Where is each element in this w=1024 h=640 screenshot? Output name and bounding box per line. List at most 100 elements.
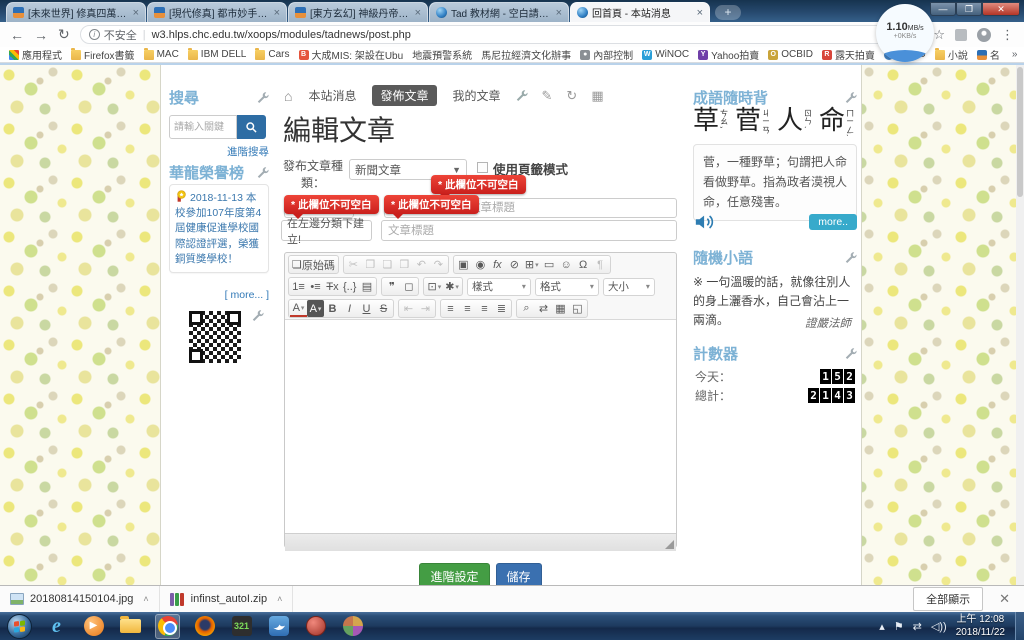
profile-avatar[interactable]	[977, 28, 991, 42]
indent-icon[interactable]: ⇥	[417, 300, 434, 317]
find-icon[interactable]: ⌕	[518, 300, 535, 317]
close-button[interactable]: ✕	[982, 2, 1020, 16]
taskbar-clock[interactable]: 上午 12:08 2018/11/22	[956, 613, 1005, 639]
subcategory-select[interactable]: 在左邊分類下建立!	[281, 220, 372, 241]
nav-tab-post-active[interactable]: 發佈文章	[372, 85, 436, 106]
flash-icon[interactable]: ◉	[472, 256, 489, 273]
bookmark-item[interactable]: 小說	[935, 47, 968, 62]
redo-icon[interactable]: ↷	[430, 256, 447, 273]
format-select[interactable]: 格式▾	[535, 278, 599, 296]
browser-tab-3[interactable]: [東方玄幻] 神級丹帝 作者：孤單 ×	[288, 2, 428, 22]
bookmark-item[interactable]: Cars	[255, 49, 289, 60]
taskbar-explorer-icon[interactable]	[118, 614, 143, 639]
bookmark-item[interactable]: IBM DELL	[188, 49, 247, 60]
taskbar-kmplayer-icon[interactable]: 321	[229, 614, 254, 639]
reload-icon[interactable]: ↻	[58, 26, 70, 43]
refresh-icon[interactable]: ↻	[566, 88, 577, 104]
wrench-icon[interactable]	[515, 89, 528, 102]
chevron-up-icon[interactable]: ˄	[277, 594, 282, 604]
outdent-icon[interactable]: ⇤	[400, 300, 417, 317]
nav-tab-news[interactable]: 本站消息	[308, 87, 356, 104]
tab-mode-checkbox[interactable]	[477, 162, 488, 173]
browser-tab-1[interactable]: [未來世界] 修真四萬年 作者：影 ×	[6, 2, 146, 22]
wrench-icon[interactable]	[256, 91, 269, 104]
underline-icon[interactable]: U	[358, 300, 375, 317]
wrench-icon[interactable]	[844, 347, 857, 360]
menu-icon[interactable]: ⋮	[1001, 27, 1014, 43]
source-button[interactable]: ❏ 原始碼	[290, 256, 337, 273]
tray-expand-icon[interactable]: ▴	[879, 620, 885, 633]
browser-tab-2[interactable]: [現代修真] 都市妙手仙醫 作者： ×	[147, 2, 287, 22]
bookmarks-overflow-chevron[interactable]: »	[1012, 49, 1018, 60]
home-icon[interactable]: ⌂	[284, 88, 292, 104]
bookmark-star-icon[interactable]: ☆	[933, 27, 945, 43]
wrench-icon[interactable]	[256, 166, 269, 179]
download-item[interactable]: 20180814150104.jpg ˄	[0, 586, 160, 612]
insert-block-icon[interactable]: ⊡▾	[425, 278, 443, 295]
paste-icon[interactable]: ❏	[379, 256, 396, 273]
tab-close-icon[interactable]: ×	[415, 8, 421, 18]
horizontal-rule-icon[interactable]: ▭	[541, 256, 558, 273]
honor-news-card[interactable]: 2018-11-13 本校參加107年度第4屆健康促進學校國際認證評選，榮獲銅質…	[169, 184, 269, 273]
edit-icon[interactable]: ✎	[542, 88, 553, 104]
chevron-up-icon[interactable]: ˄	[143, 594, 148, 604]
replace-icon[interactable]: ⇄	[535, 300, 552, 317]
taskbar-bird-app-icon[interactable]	[266, 614, 291, 639]
align-right-icon[interactable]: ≡	[476, 300, 493, 317]
special-char-icon[interactable]: Ω	[575, 256, 592, 273]
tab-close-icon[interactable]: ×	[274, 8, 280, 18]
align-left-icon[interactable]: ≡	[442, 300, 459, 317]
paste-word-icon[interactable]: ❒	[396, 256, 413, 273]
download-item[interactable]: infinst_autoI.zip ˄	[160, 586, 294, 612]
browser-tab-4[interactable]: Tad 教材網 - 空白請先刪除標點 ×	[429, 2, 569, 22]
search-button[interactable]	[237, 115, 266, 139]
bookmark-item[interactable]: WWiNOC	[642, 49, 689, 60]
network-speed-widget[interactable]: 1.10MB/s +0KB/s	[876, 4, 934, 62]
cut-icon[interactable]: ✂	[345, 256, 362, 273]
show-desktop-button[interactable]	[1015, 612, 1024, 640]
article-subtitle-input[interactable]	[381, 220, 677, 241]
bookmark-apps[interactable]: 應用程式	[9, 47, 62, 62]
back-icon[interactable]: ←	[10, 27, 24, 43]
resize-grip[interactable]	[665, 540, 674, 549]
network-icon[interactable]: ⇄	[913, 620, 922, 633]
address-bar[interactable]: i 不安全 | w3.hlps.chc.edu.tw/xoops/modules…	[80, 25, 924, 44]
wrench-icon[interactable]	[251, 309, 264, 322]
anchor-icon[interactable]: ⊘	[506, 256, 523, 273]
editor-content-area[interactable]	[285, 319, 676, 533]
bookmark-item[interactable]: B大成MIS: 架設在Ubu	[299, 47, 404, 62]
page-break-icon[interactable]: ¶	[592, 256, 609, 273]
new-tab-button[interactable]: +	[715, 5, 741, 20]
bookmark-item[interactable]: 名	[977, 47, 1000, 62]
bookmark-item[interactable]: MAC	[144, 49, 179, 60]
template-icon[interactable]: ▤	[358, 278, 375, 295]
taskbar-ie-icon[interactable]: e	[44, 614, 69, 639]
wrench-icon[interactable]	[844, 251, 857, 264]
bg-color-icon[interactable]: A▾	[307, 300, 324, 317]
browser-tab-active[interactable]: 回首頁 - 本站消息 ×	[570, 2, 710, 22]
bookmark-item[interactable]: R露天拍賣	[822, 47, 875, 62]
bookmark-item[interactable]: 馬尼拉經濟文化辦事	[481, 47, 571, 62]
image-icon[interactable]: ▣	[455, 256, 472, 273]
maximize-icon[interactable]: ◱	[569, 300, 586, 317]
div-container-icon[interactable]: ◻	[400, 278, 417, 295]
close-downloads-icon[interactable]: ✕	[999, 591, 1010, 607]
start-button[interactable]	[7, 614, 32, 639]
nav-tab-mine[interactable]: 我的文章	[453, 87, 501, 104]
taskbar-red-app-icon[interactable]	[303, 614, 328, 639]
smiley-icon[interactable]: ☺	[558, 256, 575, 273]
bookmark-item[interactable]: 地震預警系統	[412, 47, 472, 62]
maximize-button[interactable]: ❐	[956, 2, 982, 16]
math-icon[interactable]: fx	[489, 256, 506, 273]
align-justify-icon[interactable]: ≣	[493, 300, 510, 317]
taskbar-paint-app-icon[interactable]	[340, 614, 365, 639]
grid-icon[interactable]: ▦	[591, 88, 603, 104]
size-select[interactable]: 大小▾	[603, 278, 655, 296]
taskbar-media-player-icon[interactable]: ▶	[81, 614, 106, 639]
tab-close-icon[interactable]: ×	[697, 8, 703, 18]
bullet-list-icon[interactable]: •≡	[307, 278, 324, 295]
show-all-downloads-button[interactable]: 全部顯示	[913, 587, 983, 611]
blockquote-icon[interactable]: ❞	[383, 278, 400, 295]
action-center-flag-icon[interactable]: ⚑	[894, 620, 904, 633]
advanced-search-link[interactable]: 進階搜尋	[169, 144, 269, 159]
